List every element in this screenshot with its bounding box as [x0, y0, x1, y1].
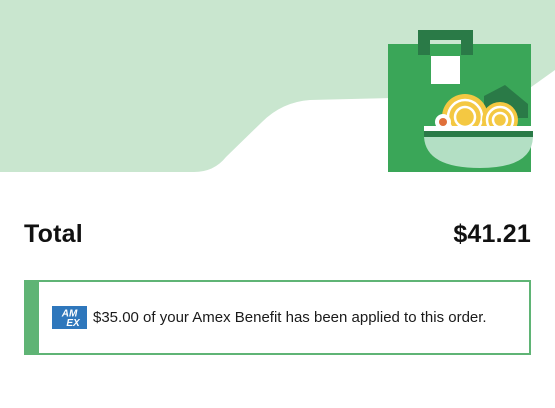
order-total-row: Total $41.21: [24, 216, 531, 252]
amex-card-icon: AM EX: [52, 306, 87, 329]
total-amount: $41.21: [453, 219, 531, 248]
amex-benefit-notice: AM EX $35.00 of your Amex Benefit has be…: [24, 280, 531, 355]
benefit-message: $35.00 of your Amex Benefit has been app…: [93, 309, 487, 326]
hero-banner: [0, 0, 555, 172]
svg-text:EX: EX: [66, 318, 81, 329]
grocery-bag-noodle-bowl-illustration: [0, 0, 555, 172]
total-label: Total: [24, 219, 83, 248]
